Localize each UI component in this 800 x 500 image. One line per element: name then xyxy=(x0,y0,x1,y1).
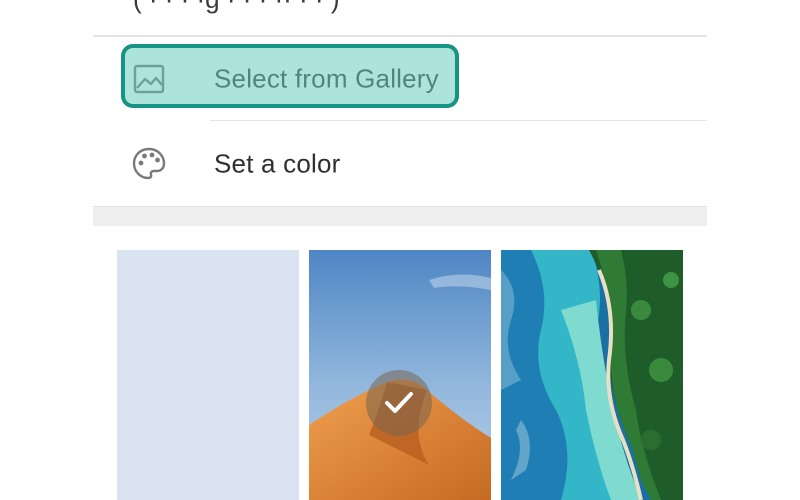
wallpaper-desert[interactable] xyxy=(309,250,491,500)
selected-check-badge xyxy=(366,370,432,436)
wallpaper-picker-screen: ( · · · ·g · · · ·· · · ) Select from Ga… xyxy=(0,0,800,500)
section-separator xyxy=(93,206,707,227)
wallpaper-solid-color[interactable] xyxy=(117,250,299,500)
checkmark-icon xyxy=(385,392,413,413)
wallpaper-coastline[interactable] xyxy=(501,250,683,500)
palette-icon xyxy=(131,146,167,182)
menu-divider xyxy=(210,120,707,121)
image-icon xyxy=(131,61,167,97)
top-partial-row: ( · · · ·g · · · ·· · · ) xyxy=(93,0,707,36)
set-a-color-item[interactable]: Set a color xyxy=(93,122,707,206)
select-from-gallery-item[interactable]: Select from Gallery xyxy=(93,37,707,121)
top-partial-row-text: ( · · · ·g · · · ·· · · ) xyxy=(133,0,339,15)
set-a-color-label: Set a color xyxy=(214,148,341,179)
select-from-gallery-label: Select from Gallery xyxy=(214,63,439,94)
